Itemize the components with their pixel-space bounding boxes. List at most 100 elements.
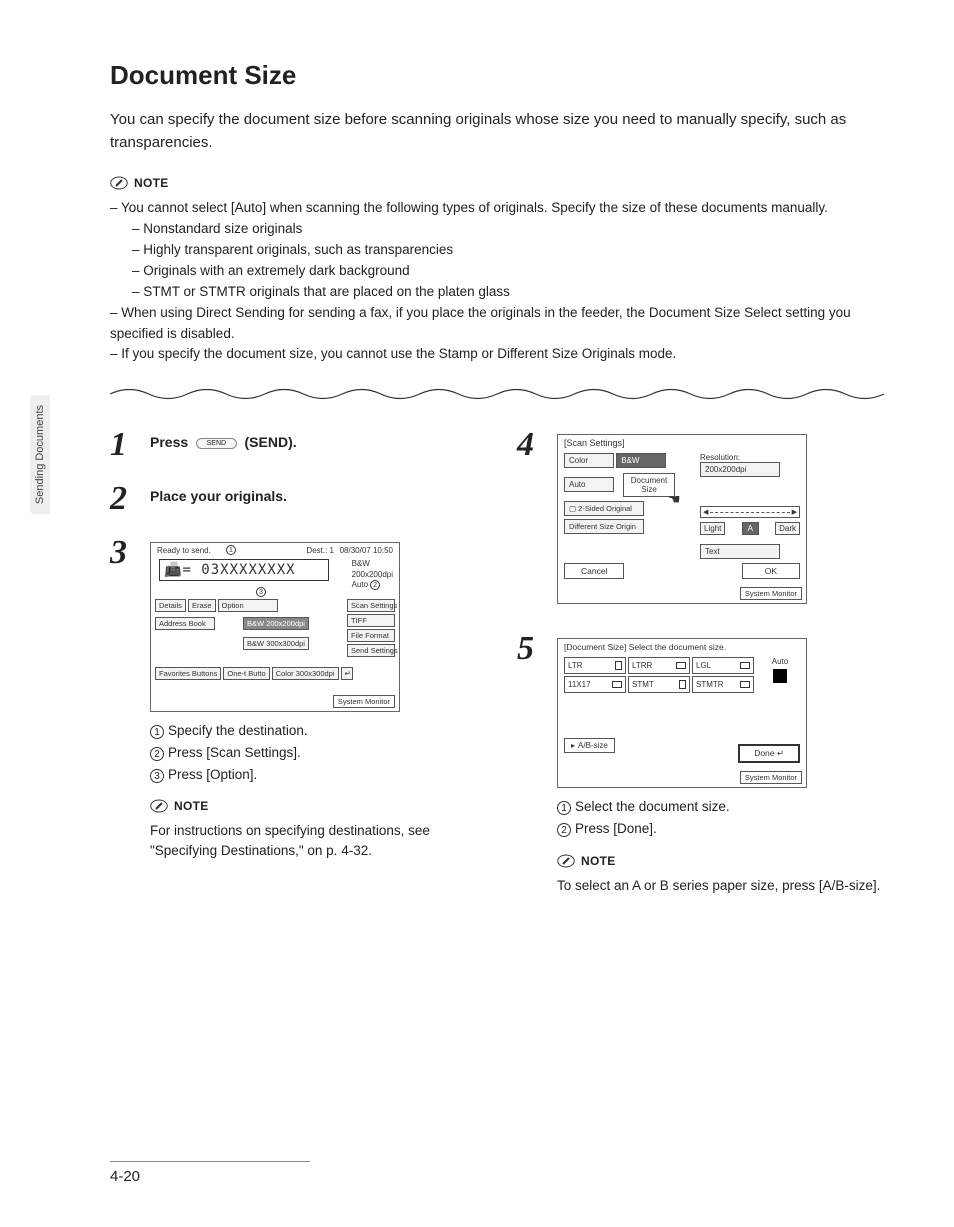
favorites-button[interactable]: Favorites Buttons bbox=[155, 667, 221, 680]
step5-note-heading: NOTE bbox=[557, 852, 884, 870]
size-ltr-button[interactable]: LTR bbox=[564, 657, 626, 674]
slider-right-arrow-icon[interactable]: ▶ bbox=[792, 508, 797, 516]
address-book-button[interactable]: Address Book bbox=[155, 617, 215, 630]
step1-post: (SEND). bbox=[245, 434, 297, 450]
step-1: 1 Press SEND (SEND). bbox=[110, 428, 477, 462]
circled-1-icon: 1 bbox=[557, 801, 571, 815]
scan-summary: B&W 200x200dpi Auto2 bbox=[352, 559, 393, 590]
circled-1-icon: 1 bbox=[150, 725, 164, 739]
scan-settings-screen: [Scan Settings] Color B&W Auto ▢ 2-Sided… bbox=[557, 434, 807, 604]
landscape-icon bbox=[676, 662, 686, 669]
note-label: NOTE bbox=[134, 176, 169, 190]
fax-number-field[interactable]: 📠= 03XXXXXXXX bbox=[159, 559, 329, 581]
resolution-label: Resolution: bbox=[700, 453, 800, 462]
size-lgl-button[interactable]: LGL bbox=[692, 657, 754, 674]
bw-button[interactable]: B&W bbox=[616, 453, 666, 468]
size-label: 11X17 bbox=[568, 680, 591, 689]
pointer-hand-icon: ☚ bbox=[668, 491, 681, 508]
top-notes-list: You cannot select [Auto] when scanning t… bbox=[110, 198, 884, 365]
option-button[interactable]: Option bbox=[218, 599, 278, 612]
size-stmtr-button[interactable]: STMTR bbox=[692, 676, 754, 693]
dark-button[interactable]: Dark bbox=[775, 522, 800, 535]
auto-square-icon bbox=[773, 669, 787, 683]
size-ltrr-button[interactable]: LTRR bbox=[628, 657, 690, 674]
step5-substeps: 1Select the document size. 2Press [Done]… bbox=[557, 796, 884, 839]
auto-label: Auto bbox=[772, 657, 788, 666]
send-hardkey-icon: SEND bbox=[196, 438, 237, 449]
intro-paragraph: You can specify the document size before… bbox=[110, 109, 884, 154]
size-stmt-button[interactable]: STMT bbox=[628, 676, 690, 693]
landscape-icon bbox=[740, 662, 750, 669]
system-monitor-button[interactable]: System Monitor bbox=[740, 771, 802, 784]
note-item: If you specify the document size, you ca… bbox=[110, 344, 884, 365]
note-subitem: Highly transparent originals, such as tr… bbox=[132, 240, 884, 261]
auto-size-button[interactable]: Auto bbox=[564, 477, 614, 492]
bw300-button[interactable]: B&W 300x300dpi bbox=[243, 637, 309, 650]
send-settings-button[interactable]: Send Settings bbox=[347, 644, 395, 657]
ab-size-button[interactable]: ▸A/B-size bbox=[564, 738, 615, 753]
step5-sub1: Select the document size. bbox=[575, 799, 730, 814]
ok-button[interactable]: OK bbox=[742, 563, 800, 579]
scan-settings-button[interactable]: Scan Settings bbox=[347, 599, 395, 612]
size-label: LTR bbox=[568, 661, 583, 670]
light-button[interactable]: Light bbox=[700, 522, 725, 535]
diff-size-button[interactable]: Different Size Origin bbox=[564, 519, 644, 534]
document-size-screen: [Document Size] Select the document size… bbox=[557, 638, 807, 788]
note-subitem: Originals with an extremely dark backgro… bbox=[132, 261, 884, 282]
note-item: You cannot select [Auto] when scanning t… bbox=[110, 198, 884, 303]
ready-label: Ready to send. bbox=[157, 546, 211, 555]
step-2: 2 Place your originals. bbox=[110, 482, 477, 516]
system-monitor-button[interactable]: System Monitor bbox=[740, 587, 802, 600]
size-label: STMTR bbox=[696, 680, 724, 689]
landscape-icon bbox=[740, 681, 750, 688]
size-11x17-button[interactable]: 11X17 bbox=[564, 676, 626, 693]
cancel-button[interactable]: Cancel bbox=[564, 563, 624, 579]
bw200-button[interactable]: B&W 200x200dpi bbox=[243, 617, 309, 630]
color300-button[interactable]: Color 300x300dpi bbox=[272, 667, 339, 680]
pencil-icon bbox=[557, 852, 575, 870]
step-number: 1 bbox=[110, 428, 136, 462]
datetime-label: 08/30/07 10:50 bbox=[340, 546, 393, 555]
portrait-icon bbox=[679, 680, 686, 689]
density-slider[interactable]: ◀ ▶ bbox=[700, 506, 800, 518]
color-button[interactable]: Color bbox=[564, 453, 614, 468]
note-label: NOTE bbox=[581, 854, 616, 868]
page-number: 4-20 bbox=[110, 1161, 310, 1185]
resolution-value-button[interactable]: 200x200dpi bbox=[700, 462, 780, 477]
pencil-icon bbox=[150, 797, 168, 815]
density-a-button[interactable]: A bbox=[742, 522, 759, 535]
text-type-button[interactable]: Text bbox=[700, 544, 780, 559]
step3-sub2: Press [Scan Settings]. bbox=[168, 745, 301, 760]
size-label: STMT bbox=[632, 680, 654, 689]
erase-button[interactable]: Erase bbox=[188, 599, 216, 612]
note-text: You cannot select [Auto] when scanning t… bbox=[121, 200, 828, 215]
done-button[interactable]: Done ↵ bbox=[738, 744, 800, 763]
step5-note-text: To select an A or B series paper size, p… bbox=[557, 876, 884, 896]
return-icon[interactable]: ↵ bbox=[341, 667, 353, 680]
page-title: Document Size bbox=[110, 60, 884, 91]
note-item: When using Direct Sending for sending a … bbox=[110, 303, 884, 345]
onetouch-button[interactable]: One-t Butto bbox=[223, 667, 269, 680]
circled-3-icon: 3 bbox=[150, 769, 164, 783]
note-subitem: STMT or STMTR originals that are placed … bbox=[132, 282, 884, 303]
step3-note-heading: NOTE bbox=[150, 797, 477, 815]
portrait-icon bbox=[615, 661, 622, 670]
step-5: 5 [Document Size] Select the document si… bbox=[517, 632, 884, 895]
tiff-button[interactable]: TIFF bbox=[347, 614, 395, 627]
two-sided-button[interactable]: ▢ 2-Sided Original bbox=[564, 501, 644, 516]
step3-substeps: 1Specify the destination. 2Press [Scan S… bbox=[150, 720, 477, 785]
file-format-button[interactable]: File Format bbox=[347, 629, 395, 642]
step3-sub1: Specify the destination. bbox=[168, 723, 308, 738]
note-heading: NOTE bbox=[110, 174, 884, 192]
slider-left-arrow-icon[interactable]: ◀ bbox=[703, 508, 708, 516]
summary-auto: Auto bbox=[352, 580, 368, 589]
step-number: 5 bbox=[517, 632, 543, 895]
step5-sub2: Press [Done]. bbox=[575, 821, 657, 836]
dest-count: Dest.: 1 bbox=[306, 546, 334, 555]
system-monitor-button[interactable]: System Monitor bbox=[333, 695, 395, 708]
done-label: Done bbox=[754, 748, 774, 758]
details-button[interactable]: Details bbox=[155, 599, 186, 612]
summary-res: 200x200dpi bbox=[352, 570, 393, 580]
note-label: NOTE bbox=[174, 799, 209, 813]
arrow-right-icon: ▸ bbox=[571, 741, 575, 750]
